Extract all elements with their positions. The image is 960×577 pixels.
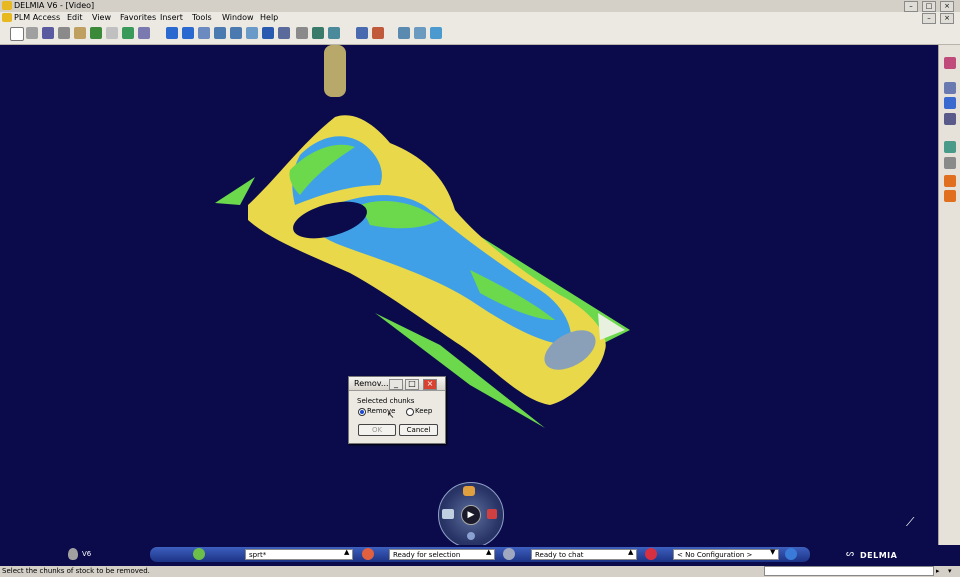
search-dropdown-icon[interactable]: ▲ — [344, 548, 349, 556]
robot-compass[interactable]: ▶ — [438, 482, 504, 548]
rotate-icon[interactable] — [198, 27, 210, 39]
play-button[interactable]: ▶ — [461, 505, 481, 525]
search-icon[interactable] — [362, 548, 374, 560]
spec-tree-icon[interactable] — [944, 82, 956, 94]
dialog-titlebar[interactable]: Remov... _ □ × — [349, 377, 445, 391]
normal-view-icon[interactable] — [246, 27, 258, 39]
compass-green-icon[interactable] — [193, 548, 205, 560]
dialog-close-button[interactable]: × — [423, 379, 437, 390]
tool-spindle — [324, 45, 346, 97]
catalog-icon[interactable] — [356, 27, 368, 39]
eye-icon[interactable] — [944, 113, 956, 125]
maximize-button[interactable]: □ — [922, 1, 936, 12]
cancel-button[interactable]: Cancel — [399, 424, 438, 436]
selected-chunks-label: Selected chunks — [357, 397, 415, 405]
chat-icon[interactable] — [503, 548, 515, 560]
copy-icon[interactable] — [58, 27, 70, 39]
chat-status: Ready to chat — [531, 549, 637, 560]
pan-icon[interactable] — [182, 27, 194, 39]
command-input[interactable] — [764, 566, 934, 576]
cursor-pointer-icon: ↖ — [387, 411, 395, 421]
triangle-icon[interactable] — [442, 509, 454, 519]
command-history-icon[interactable]: ▾ — [948, 567, 952, 575]
tool-b-icon[interactable] — [414, 27, 426, 39]
globe-icon[interactable] — [944, 97, 956, 109]
people-icon[interactable] — [463, 486, 475, 496]
refresh-icon[interactable] — [122, 27, 134, 39]
main-toolbar — [0, 24, 960, 45]
3ds-logo-icon: ᔕ — [846, 549, 855, 559]
minimize-button[interactable]: – — [904, 1, 918, 12]
stock-chunk-left — [215, 177, 255, 205]
prompt-bar: Select the chunks of stock to be removed… — [0, 566, 960, 577]
dots-icon[interactable] — [467, 532, 475, 540]
network-icon[interactable] — [487, 509, 497, 519]
dialog-title: Remov... — [354, 379, 389, 388]
orange-tool-b-icon[interactable] — [944, 190, 956, 202]
remove-radio[interactable] — [358, 408, 366, 416]
zoom-in-icon[interactable] — [214, 27, 226, 39]
print-icon[interactable] — [26, 27, 38, 39]
part-op-icon[interactable] — [944, 141, 956, 153]
iso-view-icon[interactable] — [262, 27, 274, 39]
menu-help[interactable]: Help — [260, 13, 278, 22]
swap-icon[interactable] — [312, 27, 324, 39]
cut-icon[interactable] — [42, 27, 54, 39]
prompt-text: Select the chunks of stock to be removed… — [2, 567, 150, 575]
configuration-select[interactable]: < No Configuration > — [673, 549, 779, 560]
keep-radio[interactable] — [406, 408, 414, 416]
zoom-out-icon[interactable] — [230, 27, 242, 39]
ok-button[interactable]: OK — [358, 424, 396, 436]
chat-dropdown-icon[interactable]: ▲ — [628, 548, 633, 556]
shading-icon[interactable] — [278, 27, 290, 39]
redo-icon[interactable] — [106, 27, 118, 39]
doc-close-button[interactable]: × — [940, 13, 954, 24]
hide-show-icon[interactable] — [296, 27, 308, 39]
measure-icon[interactable] — [328, 27, 340, 39]
menu-insert[interactable]: Insert — [160, 13, 183, 22]
v6-logo — [68, 548, 78, 560]
brand-label: DELMIA — [860, 551, 898, 560]
doc-minimize-button[interactable]: – — [922, 13, 936, 24]
v6-logo-label: V6 — [82, 550, 92, 558]
workbench-icon[interactable] — [944, 57, 956, 69]
axis-triad-icon: ⟋ — [906, 515, 915, 529]
selection-dropdown-icon[interactable]: ▲ — [486, 548, 491, 556]
axis-icon[interactable] — [944, 157, 956, 169]
command-go-icon[interactable]: ▸ — [936, 567, 940, 575]
remove-chunks-dialog: Remov... _ □ × Selected chunks Remove Ke… — [348, 376, 446, 444]
dialog-minimize-button[interactable]: _ — [389, 379, 403, 390]
menu-tools[interactable]: Tools — [192, 13, 212, 22]
config-dropdown-icon[interactable]: ▼ — [770, 548, 775, 556]
config-icon[interactable] — [645, 548, 657, 560]
analysis-icon[interactable] — [372, 27, 384, 39]
orange-tool-a-icon[interactable] — [944, 175, 956, 187]
dialog-maximize-button[interactable]: □ — [405, 379, 419, 390]
menu-icon — [2, 13, 12, 22]
paste-icon[interactable] — [74, 27, 86, 39]
right-toolbar — [938, 45, 960, 565]
app-icon — [2, 1, 12, 10]
menu-edit[interactable]: Edit — [67, 13, 83, 22]
menu-favorites[interactable]: Favorites — [120, 13, 156, 22]
undo-icon[interactable] — [90, 27, 102, 39]
selection-status: Ready for selection — [389, 549, 495, 560]
globe-status-icon[interactable] — [785, 548, 797, 560]
menu-window[interactable]: Window — [222, 13, 254, 22]
menu-bar: PLM Access Edit View Favorites Insert To… — [0, 12, 960, 24]
tool-c-icon[interactable] — [430, 27, 442, 39]
keep-radio-label[interactable]: Keep — [415, 407, 432, 415]
menu-view[interactable]: View — [92, 13, 111, 22]
whats-this-icon[interactable] — [138, 27, 150, 39]
close-button[interactable]: × — [940, 1, 954, 12]
fit-all-icon[interactable] — [166, 27, 178, 39]
menu-plm-access[interactable]: PLM Access — [14, 13, 60, 22]
search-input[interactable]: sprt* — [245, 549, 353, 560]
window-title: DELMIA V6 - [Video] — [14, 1, 95, 10]
new-icon[interactable] — [10, 27, 24, 41]
tool-a-icon[interactable] — [398, 27, 410, 39]
